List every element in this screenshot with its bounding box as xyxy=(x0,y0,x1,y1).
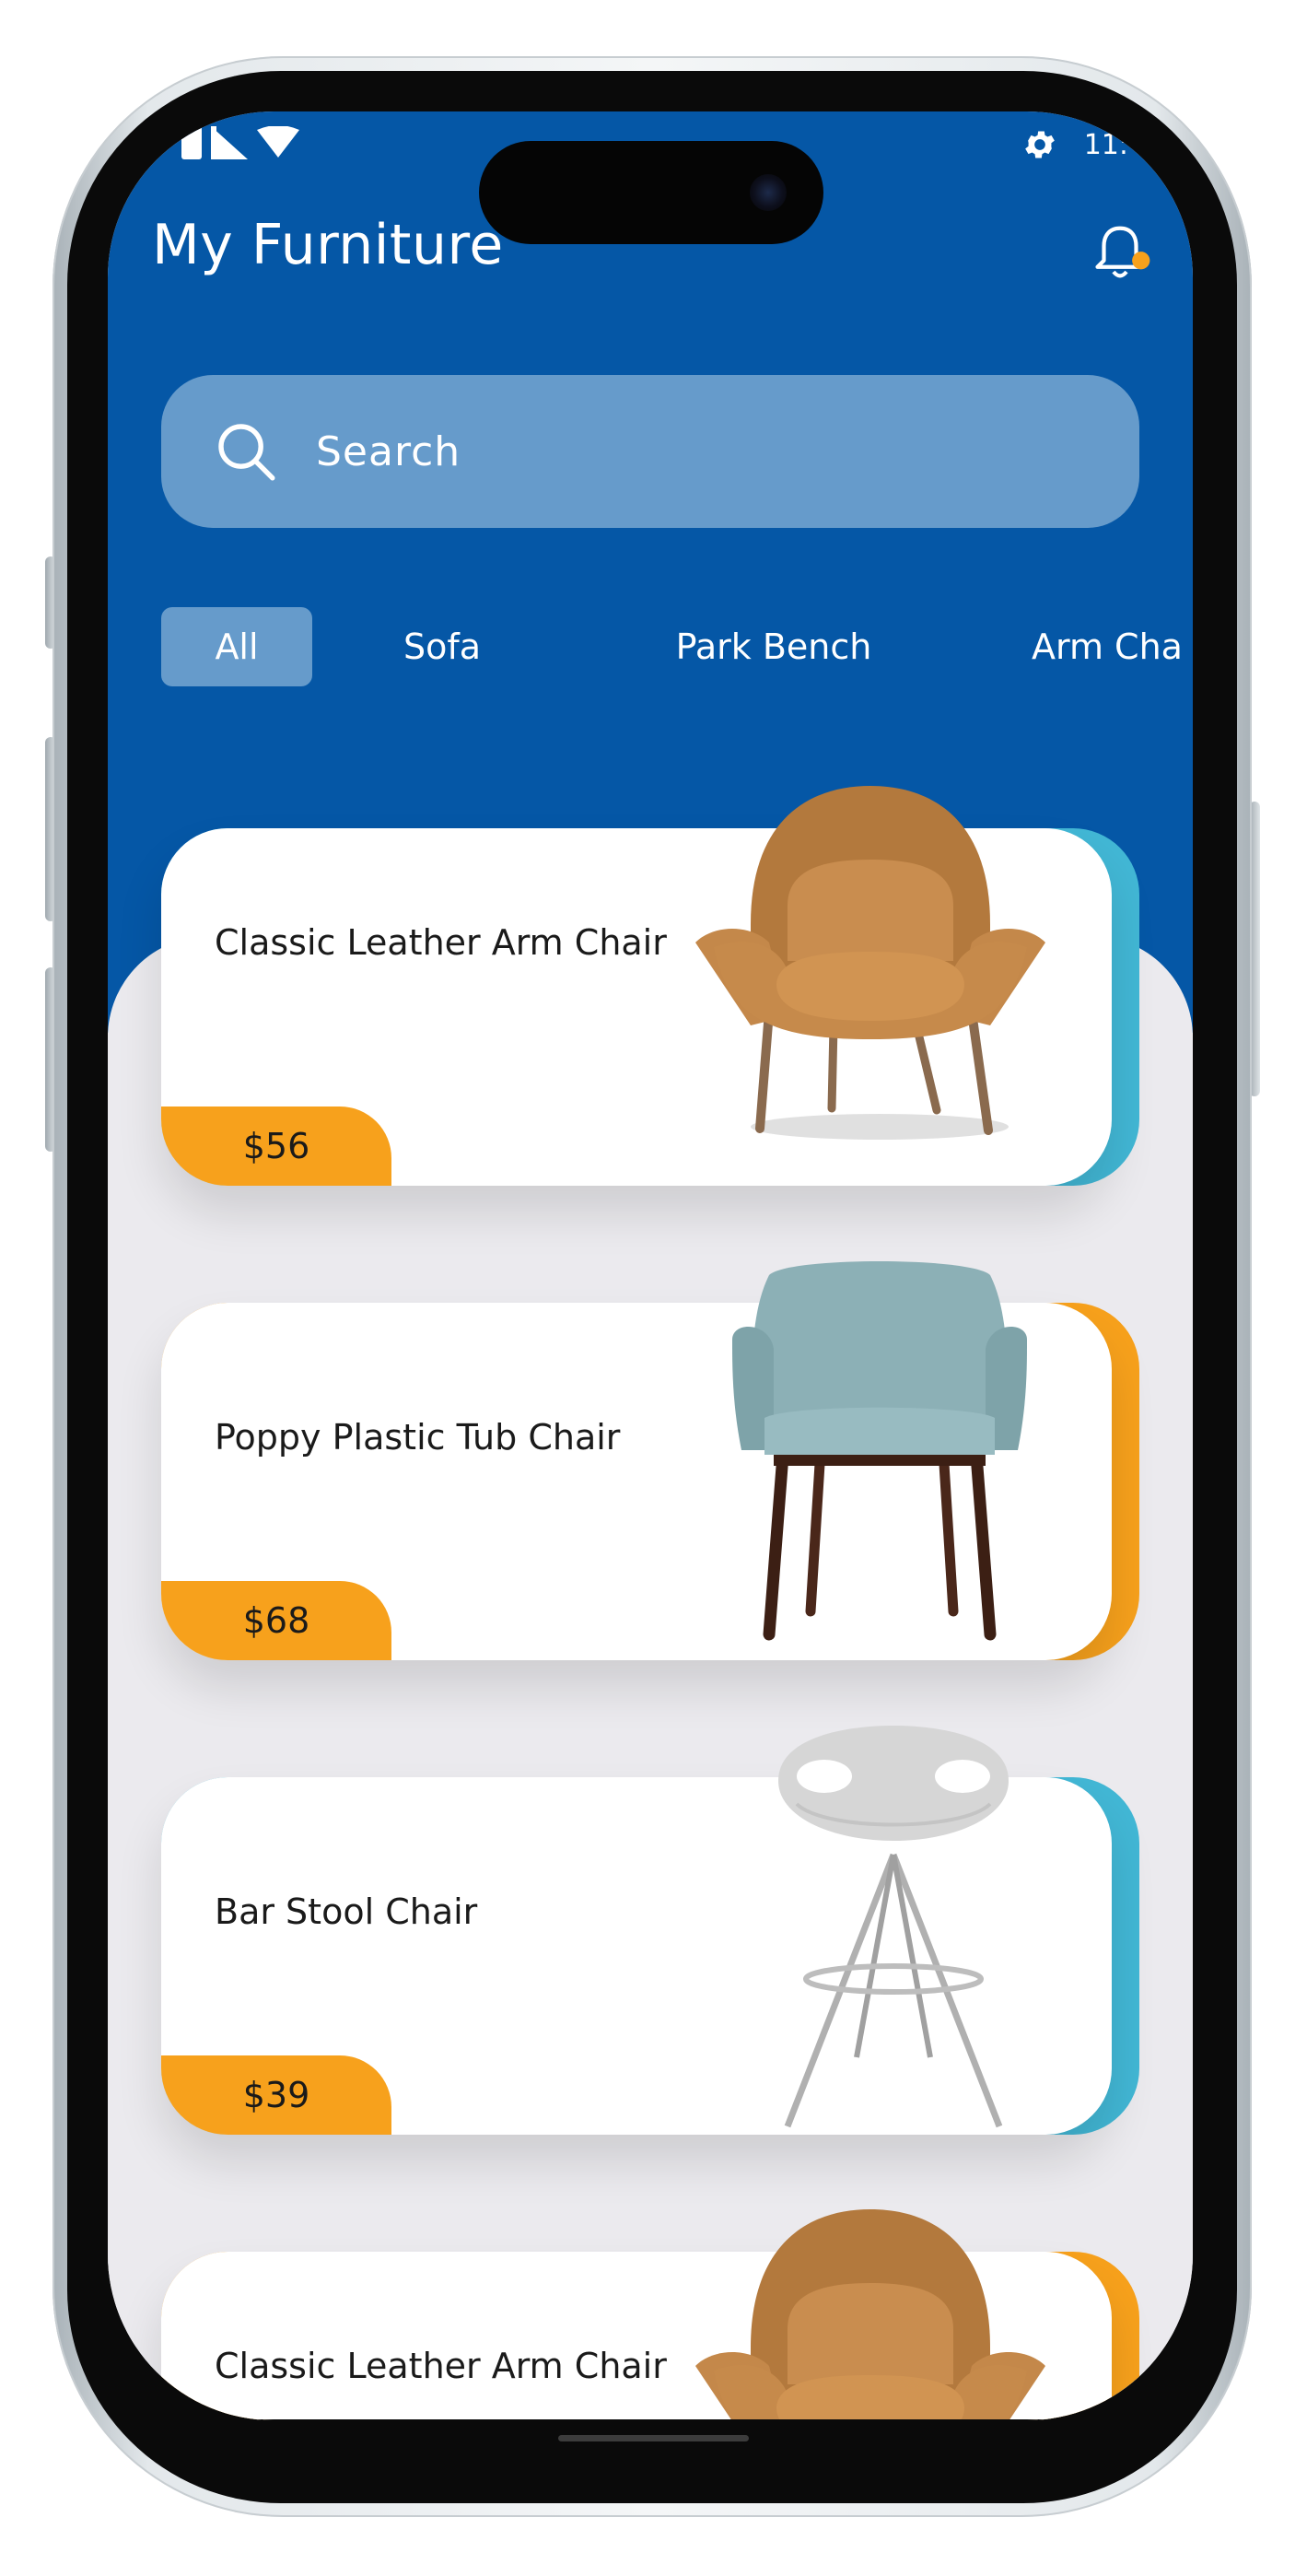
product-name: Poppy Plastic Tub Chair xyxy=(215,1417,621,1458)
battery-icon xyxy=(181,126,202,159)
product-card[interactable]: Poppy Plastic Tub Chair $68 xyxy=(161,1261,1139,1660)
product-card[interactable]: Bar Stool Chair $39 xyxy=(161,1726,1139,2135)
tab-sofa[interactable]: Sofa xyxy=(373,607,511,686)
signal-icon xyxy=(211,126,248,159)
product-name: Bar Stool Chair xyxy=(215,1891,478,1932)
dynamic-island xyxy=(479,141,823,244)
status-bar-right: 11: xyxy=(1021,126,1128,163)
price-tag: $68 xyxy=(161,1581,391,1660)
camera-icon xyxy=(750,174,787,211)
armchair-tan-icon xyxy=(695,786,1045,1140)
status-bar-left xyxy=(181,126,299,159)
product-name: Classic Leather Arm Chair xyxy=(215,2346,667,2386)
home-indicator[interactable] xyxy=(558,2435,749,2441)
tab-park-bench[interactable]: Park Bench xyxy=(659,607,889,686)
tab-all[interactable]: All xyxy=(161,607,312,686)
search-input[interactable]: Search xyxy=(161,375,1139,528)
category-tabs: All Sofa Park Bench Arm Cha xyxy=(161,607,1193,686)
search-placeholder: Search xyxy=(316,427,461,475)
settings-gear-icon xyxy=(1024,131,1055,158)
price-tag: $39 xyxy=(161,2055,391,2135)
bar-stool-icon xyxy=(778,1726,1009,2128)
app-title: My Furniture xyxy=(152,213,504,277)
app-screen: 11: My Furniture Search All Sofa Park Be… xyxy=(108,111,1193,2420)
tub-chair-blue-icon xyxy=(732,1261,1027,1641)
wifi-icon xyxy=(257,126,299,158)
tab-arm-chair[interactable]: Arm Cha xyxy=(1032,607,1193,686)
notification-bell-icon[interactable] xyxy=(1088,220,1152,285)
product-card[interactable]: Classic Leather Arm Chair $56 xyxy=(161,786,1139,1186)
status-time: 11: xyxy=(1083,128,1128,161)
search-icon xyxy=(218,424,275,481)
bottom-bezel xyxy=(108,2419,1193,2420)
price-tag: $56 xyxy=(161,1107,391,1186)
product-card[interactable]: Classic Leather Arm Chair xyxy=(161,2209,1139,2420)
product-name: Classic Leather Arm Chair xyxy=(215,922,667,963)
armchair-tan-icon xyxy=(695,2209,1045,2420)
